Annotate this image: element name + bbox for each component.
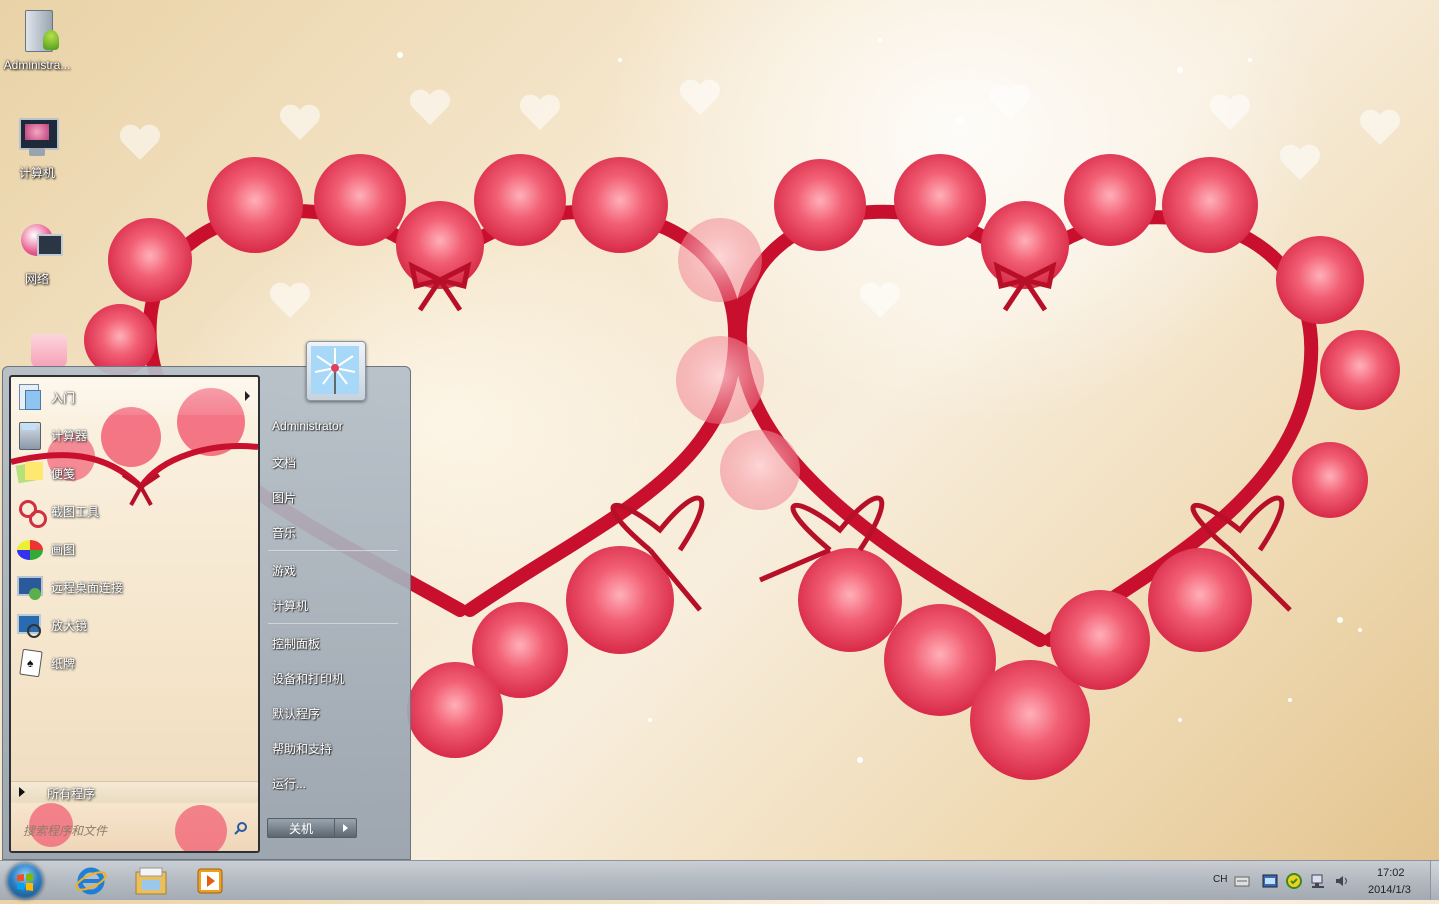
shutdown-button[interactable]: 关机 xyxy=(267,818,335,838)
sticky-notes-icon xyxy=(15,458,45,488)
link-help-support[interactable]: 帮助和支持 xyxy=(272,740,332,757)
magnifier-icon xyxy=(15,610,45,640)
link-control-panel[interactable]: 控制面板 xyxy=(272,635,320,652)
program-calculator[interactable]: 计算器 xyxy=(11,417,258,453)
menu-separator xyxy=(268,623,398,625)
snipping-tool-icon xyxy=(15,496,47,528)
all-programs-button[interactable]: 所有程序 xyxy=(11,781,258,802)
getting-started-icon xyxy=(15,382,45,412)
internet-explorer-icon xyxy=(75,867,107,895)
taskbar: CH 17:02 2014/1/3 xyxy=(0,860,1439,900)
desktop-icon-label: Administra... xyxy=(3,58,71,72)
media-player-icon xyxy=(197,868,223,894)
desktop-icon-network[interactable]: 网络 xyxy=(0,220,74,287)
desktop-icon-label: 计算机 xyxy=(18,166,55,180)
calculator-icon xyxy=(15,420,45,450)
program-paint[interactable]: 画图 xyxy=(11,531,258,567)
search-icon[interactable] xyxy=(234,821,248,835)
program-sticky-notes[interactable]: 便笺 xyxy=(11,455,258,491)
language-indicator[interactable]: CH xyxy=(1213,874,1227,885)
start-menu-programs-pane: 入门 计算器 便笺 截图工具 画图 远程桌面连接 放大镜 ♠ 纸牌 所有程序 搜… xyxy=(9,375,260,853)
link-documents[interactable]: 文档 xyxy=(272,454,296,471)
paint-icon xyxy=(15,534,45,564)
link-run[interactable]: 运行... xyxy=(272,775,306,792)
user-folder-icon xyxy=(13,8,61,56)
windows-explorer-icon xyxy=(135,867,167,895)
program-solitaire[interactable]: ♠ 纸牌 xyxy=(11,645,258,681)
volume-icon[interactable] xyxy=(1334,873,1350,889)
link-devices-printers[interactable]: 设备和打印机 xyxy=(272,670,344,687)
desktop-icon-user-folder[interactable]: Administra... xyxy=(0,8,74,72)
link-games[interactable]: 游戏 xyxy=(272,562,296,579)
clock-date[interactable]: 2014/1/3 xyxy=(1368,884,1411,896)
program-snipping-tool[interactable]: 截图工具 xyxy=(11,493,258,529)
program-remote-desktop[interactable]: 远程桌面连接 xyxy=(11,569,258,605)
user-picture[interactable] xyxy=(306,341,366,401)
link-computer[interactable]: 计算机 xyxy=(272,597,308,614)
taskbar-explorer-button[interactable] xyxy=(128,864,174,898)
windows-logo-icon xyxy=(17,873,33,891)
show-desktop-button[interactable] xyxy=(1430,861,1439,900)
computer-icon xyxy=(13,114,61,162)
network-status-icon[interactable] xyxy=(1310,873,1326,889)
keyboard-icon[interactable] xyxy=(1234,873,1250,889)
desktop-icon-computer[interactable]: 计算机 xyxy=(0,114,74,181)
link-user-folder[interactable]: Administrator xyxy=(272,419,343,433)
start-button[interactable] xyxy=(7,863,43,899)
submenu-arrow-icon xyxy=(245,391,250,401)
desktop-icon-label: 网络 xyxy=(24,272,49,286)
solitaire-icon: ♠ xyxy=(15,648,45,678)
clock-time[interactable]: 17:02 xyxy=(1377,867,1405,879)
link-pictures[interactable]: 图片 xyxy=(272,489,296,506)
link-music[interactable]: 音乐 xyxy=(272,524,296,541)
link-default-programs[interactable]: 默认程序 xyxy=(272,705,320,722)
action-center-icon[interactable] xyxy=(1262,873,1278,889)
program-magnifier[interactable]: 放大镜 xyxy=(11,607,258,643)
taskbar-ie-button[interactable] xyxy=(68,864,114,898)
network-icon xyxy=(13,220,63,268)
menu-separator xyxy=(268,550,398,552)
taskbar-media-player-button[interactable] xyxy=(188,864,234,898)
search-input[interactable] xyxy=(21,819,245,843)
remote-desktop-icon xyxy=(15,572,45,602)
all-programs-arrow-icon xyxy=(19,787,25,797)
search-box xyxy=(11,803,258,851)
shutdown-options-button[interactable] xyxy=(335,818,357,838)
user-avatar-icon xyxy=(311,346,359,394)
security-shield-icon[interactable] xyxy=(1286,873,1302,889)
start-menu: 入门 计算器 便笺 截图工具 画图 远程桌面连接 放大镜 ♠ 纸牌 所有程序 搜… xyxy=(2,366,411,860)
program-getting-started[interactable]: 入门 xyxy=(11,379,258,415)
